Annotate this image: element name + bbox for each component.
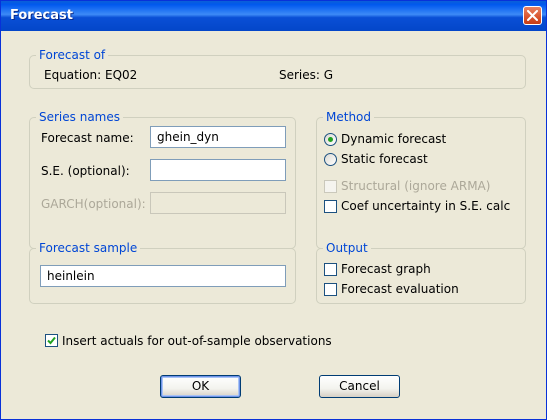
forecast-sample-legend: Forecast sample [36, 240, 141, 256]
close-button[interactable] [523, 6, 542, 25]
forecast-sample-input[interactable] [40, 265, 286, 287]
dialog-body: Forecast of Equation: EQ02 Series: G Ser… [4, 31, 543, 416]
forecast-of-legend: Forecast of [36, 47, 109, 63]
insert-actuals-label[interactable]: Insert actuals for out-of-sample observa… [62, 333, 332, 349]
se-label: S.E. (optional): [41, 164, 130, 178]
forecast-graph-checkbox[interactable] [324, 263, 337, 276]
coef-uncertainty-label[interactable]: Coef uncertainty in S.E. calc [341, 198, 510, 214]
ok-button[interactable]: OK [160, 375, 241, 398]
forecast-name-input[interactable] [150, 126, 286, 148]
garch-input [150, 192, 286, 214]
forecast-dialog: Forecast Forecast of Equation: EQ02 Seri… [0, 0, 547, 420]
structural-checkbox [324, 180, 337, 193]
cancel-button[interactable]: Cancel [319, 375, 400, 398]
series-names-legend: Series names [36, 109, 123, 125]
window-title: Forecast [10, 8, 73, 23]
forecast-evaluation-checkbox[interactable] [324, 283, 337, 296]
dynamic-forecast-label[interactable]: Dynamic forecast [341, 131, 446, 147]
series-label: Series: G [279, 68, 334, 82]
checkmark-icon [47, 336, 56, 345]
forecast-name-label: Forecast name: [41, 131, 134, 145]
radio-selected-dot [328, 137, 333, 142]
forecast-evaluation-label[interactable]: Forecast evaluation [341, 281, 459, 297]
static-forecast-radio[interactable] [324, 153, 337, 166]
coef-uncertainty-checkbox[interactable] [324, 200, 337, 213]
method-legend: Method [323, 109, 375, 125]
output-legend: Output [323, 240, 371, 256]
garch-label: GARCH(optional): [41, 197, 146, 211]
structural-label: Structural (ignore ARMA) [341, 179, 491, 193]
close-icon [527, 10, 538, 21]
insert-actuals-checkbox[interactable] [45, 334, 58, 347]
title-bar[interactable]: Forecast [1, 1, 546, 31]
se-input[interactable] [150, 159, 286, 181]
static-forecast-label[interactable]: Static forecast [341, 151, 428, 167]
equation-label: Equation: EQ02 [44, 68, 138, 82]
forecast-graph-label[interactable]: Forecast graph [341, 261, 431, 277]
dynamic-forecast-radio[interactable] [324, 133, 337, 146]
